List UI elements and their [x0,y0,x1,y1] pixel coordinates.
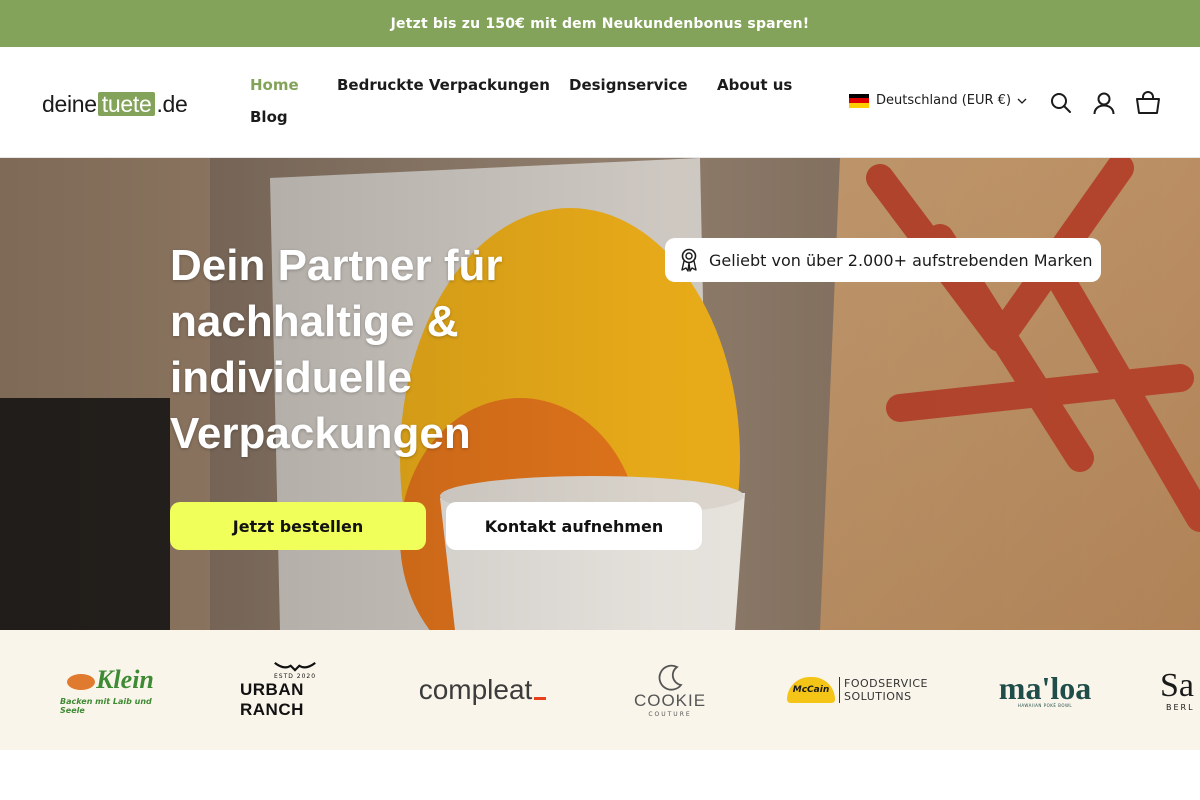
trust-badge-text: Geliebt von über 2.000+ aufstrebenden Ma… [709,250,1093,270]
nav-item-about-us[interactable]: About us [717,76,792,94]
brand-logo-maloa: ma'loa HAWAIIAN POKÉ BOWL [998,669,1092,708]
bull-horns-icon [274,662,316,672]
search-icon[interactable] [1048,90,1074,116]
award-ribbon-icon [679,248,699,272]
germany-flag-icon [849,93,869,108]
brand-logo-cookie-couture: COOKIE COUTURE [625,660,715,720]
account-icon[interactable] [1091,90,1117,116]
cookie-moon-icon [658,664,683,691]
brand-logo-mccain: McCain FOODSERVICE SOLUTIONS [785,660,930,720]
site-header: deine tuete .de Home Bedruckte Verpackun… [0,47,1200,158]
bread-icon [67,674,96,690]
contact-button[interactable]: Kontakt aufnehmen [446,502,702,550]
announcement-bar: Jetzt bis zu 150€ mit dem Neukundenbonus… [0,0,1200,47]
hero-title: Dein Partner für nachhaltige & individue… [170,241,503,458]
nav-item-home[interactable]: Home [250,76,299,94]
order-now-button[interactable]: Jetzt bestellen [170,502,426,550]
locale-label: Deutschland (EUR €) [876,93,1012,108]
hero-banner: Dein Partner für nachhaltige & individue… [0,158,1200,630]
cart-icon[interactable] [1135,90,1161,116]
chevron-down-icon [1017,98,1027,104]
logo-text-part2: tuete [97,92,156,116]
nav-item-bedruckte-verpackungen[interactable]: Bedruckte Verpackungen [337,76,550,94]
brand-logo-klein: Klein Backen mit Laib und Seele [60,665,154,715]
nav-item-blog[interactable]: Blog [250,108,288,126]
trust-badge: Geliebt von über 2.000+ aufstrebenden Ma… [665,238,1101,282]
brand-logo-strip: Klein Backen mit Laib und Seele ESTD 202… [0,630,1200,750]
brand-logo-urban-ranch: ESTD 2020 URBAN RANCH [240,660,350,720]
brand-logo-compleat: compleat [410,660,555,720]
logo-text-part3: .de [156,90,188,117]
site-logo[interactable]: deine tuete .de [42,89,188,119]
locale-selector[interactable]: Deutschland (EUR €) [849,93,1027,108]
logo-text-part1: deine [42,90,97,117]
announcement-text: Jetzt bis zu 150€ mit dem Neukundenbonus… [390,15,810,32]
nav-item-designservice[interactable]: Designservice [569,76,688,94]
brand-logo-partial: Sa BERL [1160,666,1195,712]
